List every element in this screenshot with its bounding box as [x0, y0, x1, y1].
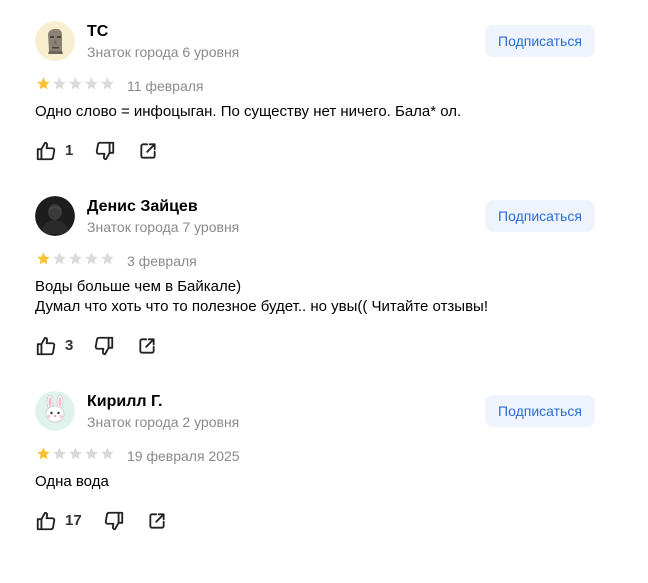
like-button[interactable]: 1 [35, 140, 73, 162]
star-empty-icon [101, 77, 114, 90]
like-button[interactable]: 17 [35, 510, 82, 532]
author-level: Знаток города 2 уровня [87, 414, 240, 430]
thumbs-down-icon [94, 140, 116, 162]
review-text-line: Одна вода [35, 473, 109, 490]
star-empty-icon [85, 252, 98, 265]
like-count: 1 [65, 142, 74, 159]
avatar[interactable] [35, 21, 75, 61]
star-empty-icon [69, 447, 82, 460]
review-text: Одна вода [35, 472, 595, 492]
review-actions: 3 [35, 334, 157, 358]
review-date: 3 февраля [127, 253, 197, 269]
star-rating [36, 446, 115, 462]
star-rating [36, 76, 115, 92]
thumbs-down-icon [93, 335, 115, 357]
author-name[interactable]: ТС [87, 23, 108, 41]
author-name[interactable]: Кирилл Г. [87, 393, 163, 411]
star-filled-icon [37, 77, 50, 90]
moai-icon [35, 21, 75, 61]
rabbit-face-icon [35, 391, 75, 431]
dislike-button[interactable] [93, 335, 115, 357]
share-icon [147, 511, 167, 531]
star-filled-icon [37, 447, 50, 460]
star-filled-icon [37, 252, 50, 265]
author-name[interactable]: Денис Зайцев [87, 198, 198, 216]
star-empty-icon [101, 447, 114, 460]
star-empty-icon [69, 77, 82, 90]
star-empty-icon [85, 447, 98, 460]
share-button[interactable] [147, 511, 167, 531]
like-count: 17 [65, 512, 82, 529]
author-level: Знаток города 7 уровня [87, 219, 240, 235]
avatar[interactable] [35, 196, 75, 236]
star-empty-icon [69, 252, 82, 265]
star-empty-icon [53, 447, 66, 460]
review-actions: 1 [35, 139, 158, 163]
share-button[interactable] [138, 141, 158, 161]
dislike-button[interactable] [94, 140, 116, 162]
review-date: 19 февраля 2025 [127, 448, 240, 464]
review-text: Воды больше чем в Байкале) Думал что хот… [35, 277, 595, 317]
avatar[interactable] [35, 391, 75, 431]
thumbs-up-icon [35, 140, 57, 162]
review-actions: 17 [35, 509, 167, 533]
dislike-button[interactable] [103, 510, 125, 532]
star-empty-icon [85, 77, 98, 90]
review-text: Одно слово = инфоцыган. По существу нет … [35, 102, 595, 122]
star-empty-icon [53, 77, 66, 90]
share-icon [138, 141, 158, 161]
author-level: Знаток города 6 уровня [87, 44, 240, 60]
thumbs-up-icon [35, 510, 57, 532]
subscribe-button[interactable]: Подписаться [485, 395, 595, 427]
star-rating [36, 251, 115, 267]
share-icon [137, 336, 157, 356]
thumbs-up-icon [35, 335, 57, 357]
subscribe-button[interactable]: Подписаться [485, 200, 595, 232]
like-button[interactable]: 3 [35, 335, 73, 357]
star-empty-icon [101, 252, 114, 265]
review-text-line: Одно слово = инфоцыган. По существу нет … [35, 103, 462, 120]
like-count: 3 [65, 337, 74, 354]
review-text-line: Думал что хоть что то полезное будет.. н… [35, 298, 489, 315]
subscribe-button[interactable]: Подписаться [485, 25, 595, 57]
review-date: 11 февраля [127, 78, 204, 94]
thumbs-down-icon [103, 510, 125, 532]
person-photo-avatar [35, 196, 75, 236]
review-text-line: Воды больше чем в Байкале) [35, 278, 242, 295]
star-empty-icon [53, 252, 66, 265]
share-button[interactable] [137, 336, 157, 356]
